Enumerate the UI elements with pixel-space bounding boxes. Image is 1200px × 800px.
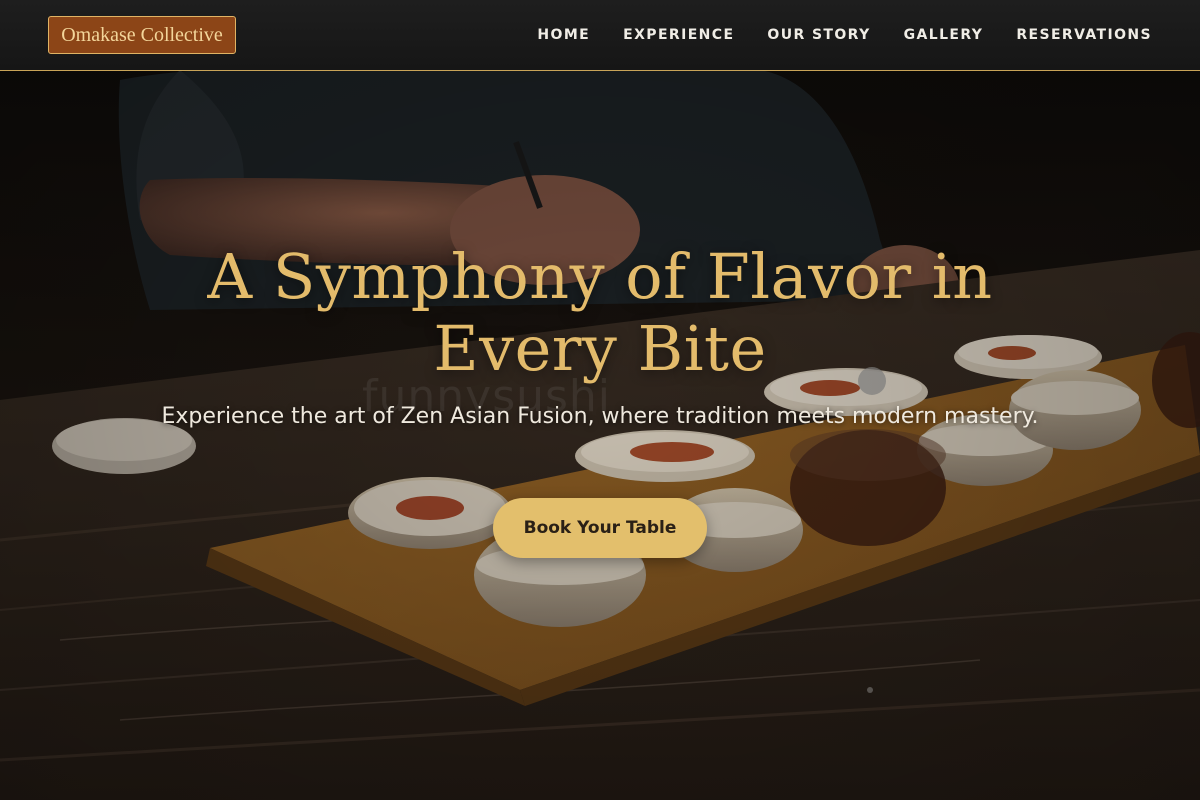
brand-logo[interactable]: Omakase Collective (48, 16, 236, 54)
nav-link-reservations[interactable]: RESERVATIONS (1016, 26, 1152, 44)
hero-subtitle: Experience the art of Zen Asian Fusion, … (161, 404, 1039, 429)
nav-link-our-story[interactable]: OUR STORY (767, 26, 870, 44)
top-navigation-bar: Omakase Collective HOME EXPERIENCE OUR S… (0, 0, 1200, 71)
nav-link-home[interactable]: HOME (537, 26, 590, 44)
nav-link-gallery[interactable]: GALLERY (904, 26, 984, 44)
hero-section: funnysushi A Symphony of Flavor in Every… (0, 71, 1200, 800)
hero-content: A Symphony of Flavor in Every Bite Exper… (0, 71, 1200, 800)
nav-link-experience[interactable]: EXPERIENCE (623, 26, 734, 44)
book-table-button[interactable]: Book Your Table (493, 498, 707, 558)
main-nav: HOME EXPERIENCE OUR STORY GALLERY RESERV… (537, 26, 1152, 44)
hero-title: A Symphony of Flavor in Every Bite (207, 240, 993, 385)
